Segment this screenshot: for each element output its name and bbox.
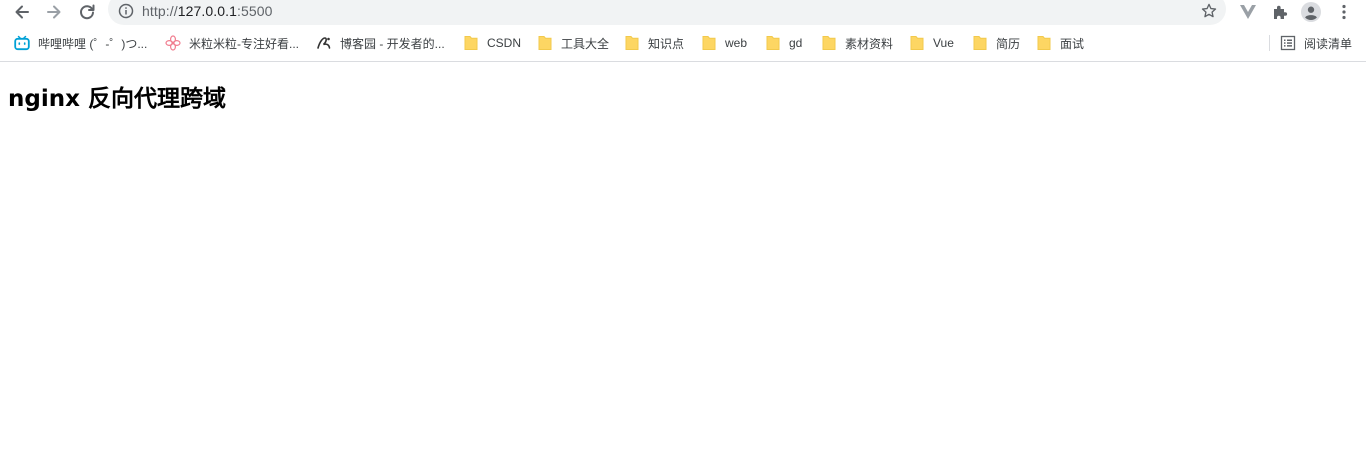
profile-avatar-icon	[1301, 2, 1321, 22]
bookmark-label: CSDN	[487, 36, 522, 50]
reload-button[interactable]	[75, 0, 99, 24]
folder-icon	[765, 35, 781, 51]
bookmark-folder-knowledge[interactable]: 知识点	[624, 31, 684, 55]
page-title: nginx 反向代理跨域	[8, 86, 226, 112]
bookmark-label: 面试	[1060, 36, 1085, 51]
address-bar[interactable]: http://127.0.0.1:5500	[108, 0, 1226, 25]
folder-icon	[972, 35, 988, 51]
bookmark-folder-vue[interactable]: Vue	[909, 31, 954, 55]
bookmark-folder-tools[interactable]: 工具大全	[537, 31, 609, 55]
forward-button[interactable]	[42, 0, 66, 24]
vue-devtools-extension[interactable]	[1238, 2, 1258, 22]
folder-icon	[821, 35, 837, 51]
bookmark-label: web	[725, 36, 748, 50]
browser-toolbar: http://127.0.0.1:5500	[0, 0, 1366, 25]
arrow-right-icon	[47, 5, 61, 19]
star-outline-icon[interactable]	[1200, 2, 1218, 20]
bookmark-label: gd	[789, 36, 803, 50]
reload-icon	[80, 4, 95, 20]
bookmark-label: 素材资料	[845, 36, 894, 51]
reading-list-icon	[1280, 35, 1296, 51]
folder-icon	[701, 35, 717, 51]
folder-icon	[909, 35, 925, 51]
folder-icon	[624, 35, 640, 51]
puzzle-extensions-icon	[1274, 5, 1288, 19]
cnblogs-icon	[316, 35, 332, 51]
bookmark-folder-materials[interactable]: 素材资料	[821, 31, 893, 55]
bookmark-folder-gd[interactable]: gd	[765, 31, 802, 55]
flower-icon	[165, 35, 181, 51]
bookmark-folder-interview[interactable]: 面试	[1036, 31, 1084, 55]
toolbar-separator	[0, 61, 1366, 62]
arrow-left-icon	[15, 5, 29, 19]
bookmark-label: 简历	[996, 36, 1021, 51]
bookmark-folder-resume[interactable]: 简历	[972, 31, 1020, 55]
reading-list-button[interactable]: 阅读清单	[1280, 31, 1352, 55]
reading-list-label: 阅读清单	[1304, 36, 1353, 51]
bookmark-label: 博客园 - 开发者的...	[340, 36, 445, 51]
bookmark-label: 哔哩哔哩 (゜-゜)つ...	[38, 36, 148, 51]
folder-icon	[463, 35, 479, 51]
info-circle-icon[interactable]	[118, 3, 134, 19]
extensions-button[interactable]	[1270, 2, 1290, 22]
url-port: :5500	[237, 3, 273, 19]
bookmark-label: 知识点	[648, 36, 685, 51]
menu-button[interactable]	[1334, 2, 1354, 22]
bookmark-bilibili[interactable]: 哔哩哔哩 (゜-゜)つ...	[14, 31, 147, 55]
profile-button[interactable]	[1301, 2, 1321, 22]
bookmark-folder-web[interactable]: web	[701, 31, 747, 55]
bookmarks-divider	[1269, 35, 1270, 51]
kebab-menu-icon	[1342, 4, 1346, 20]
bookmark-folder-csdn[interactable]: CSDN	[463, 31, 521, 55]
bookmark-cnblogs[interactable]: 博客园 - 开发者的...	[316, 31, 445, 55]
folder-icon	[537, 35, 553, 51]
bookmarks-bar: 哔哩哔哩 (゜-゜)つ... 米粒米粒-专注好看... 博客园 - 开发者的..…	[0, 31, 1366, 56]
url-host: 127.0.0.1	[177, 3, 238, 19]
url-text[interactable]: http://127.0.0.1:5500	[142, 3, 273, 19]
bookmark-label: 米粒米粒-专注好看...	[189, 36, 299, 51]
bilibili-tv-icon	[14, 35, 30, 51]
back-button[interactable]	[10, 0, 34, 24]
bookmark-label: 工具大全	[561, 36, 610, 51]
bookmark-milimili[interactable]: 米粒米粒-专注好看...	[165, 31, 299, 55]
vue-devtools-icon	[1240, 5, 1256, 19]
bookmark-label: Vue	[933, 36, 954, 50]
folder-icon	[1036, 35, 1052, 51]
url-scheme: http://	[142, 3, 178, 19]
